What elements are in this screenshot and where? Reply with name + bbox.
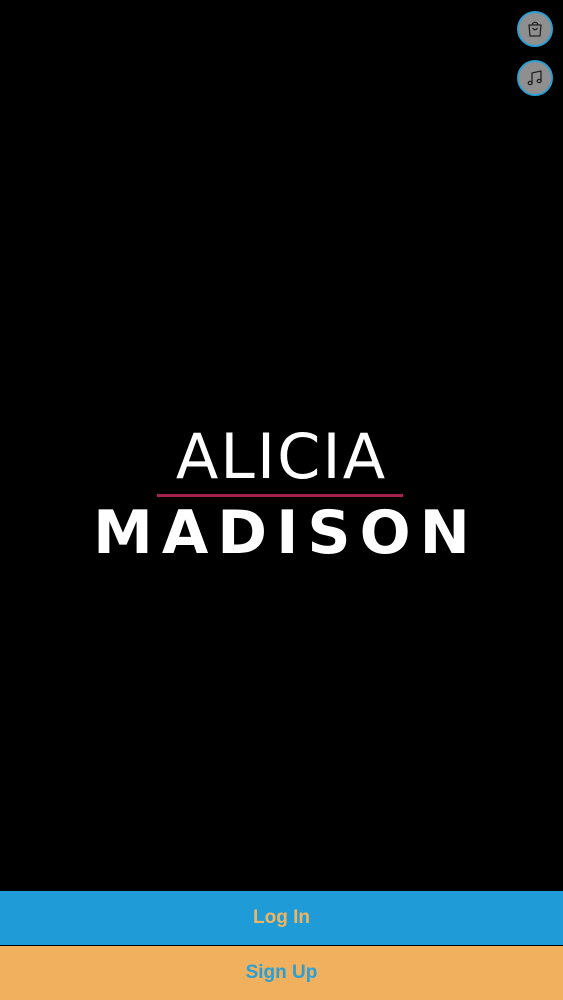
music-note-icon [527,70,542,86]
music-button[interactable] [517,60,553,96]
login-button[interactable]: Log In [0,891,563,945]
signup-button[interactable]: Sign Up [0,946,563,1000]
cart-button[interactable] [517,11,553,47]
logo-line-last-name: MADISON [93,498,479,568]
logo-line-first-name: ALICIA [175,420,388,493]
brand-logo: ALICIA MADISON [0,420,563,568]
shopping-bag-icon [528,21,542,37]
logo-divider [157,494,403,497]
